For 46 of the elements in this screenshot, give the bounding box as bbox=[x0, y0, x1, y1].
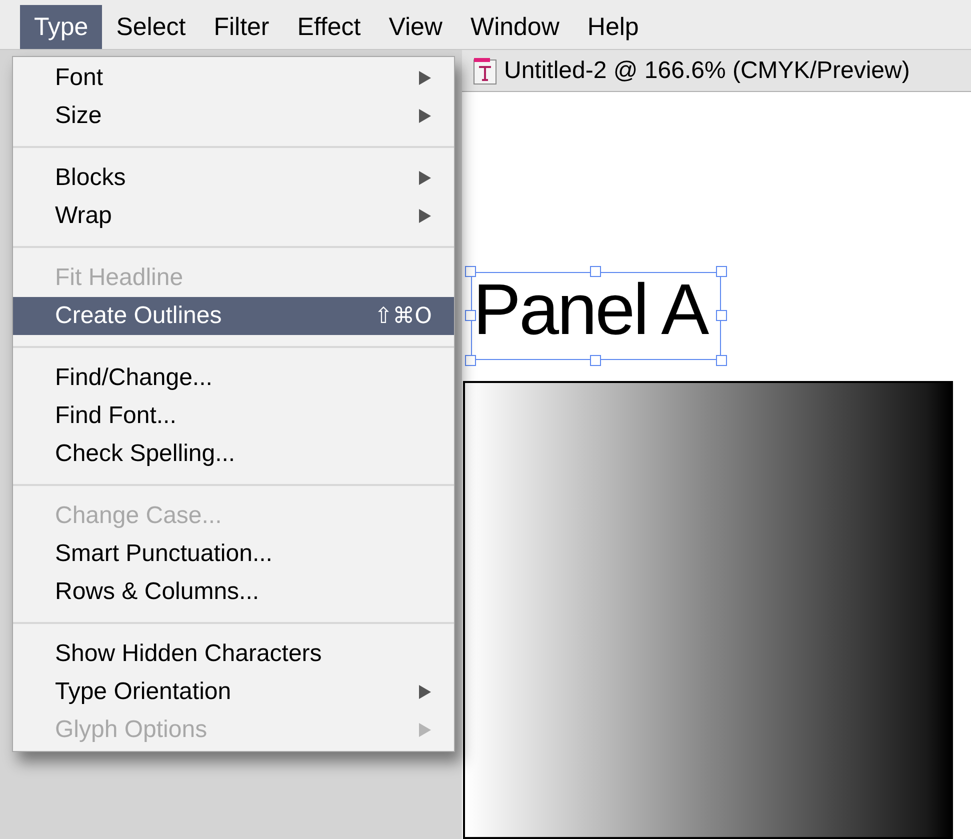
menu-item-label: Find Font... bbox=[55, 401, 176, 431]
menu-item[interactable]: Show Hidden Characters bbox=[13, 635, 454, 673]
selection-handle[interactable] bbox=[590, 266, 601, 277]
menu-bar-item[interactable]: Type bbox=[20, 5, 102, 49]
menu-item-label: Wrap bbox=[55, 201, 112, 231]
menu-item-label: Size bbox=[55, 101, 102, 131]
shortcut-label: ⇧⌘O bbox=[374, 302, 432, 330]
selection-handle[interactable] bbox=[716, 355, 727, 366]
menu-item[interactable]: Blocks bbox=[13, 159, 454, 197]
menu-item[interactable]: Type Orientation bbox=[13, 673, 454, 711]
menu-item-label: Font bbox=[55, 63, 104, 93]
menu-item[interactable]: Check Spelling... bbox=[13, 435, 454, 473]
menu-item-label: Create Outlines bbox=[55, 301, 222, 331]
selection-handle[interactable] bbox=[465, 310, 476, 321]
selection-handle[interactable] bbox=[716, 310, 727, 321]
menu-item[interactable]: Smart Punctuation... bbox=[13, 535, 454, 573]
menu-item-label: Fit Headline bbox=[55, 263, 184, 293]
menu-item[interactable]: Create Outlines ⇧⌘O bbox=[13, 297, 454, 335]
menu-item-label: Blocks bbox=[55, 163, 126, 193]
menu-item-label: Rows & Columns... bbox=[55, 577, 260, 607]
menu-item[interactable]: Find/Change... bbox=[13, 359, 454, 397]
menu-item-label: Check Spelling... bbox=[55, 439, 236, 469]
text-frame-content: Panel A bbox=[473, 274, 708, 346]
selection-handle[interactable] bbox=[465, 266, 476, 277]
menu-item[interactable]: Find Font... bbox=[13, 397, 454, 435]
selection-handle[interactable] bbox=[465, 355, 476, 366]
menu-bar-item[interactable]: Window bbox=[456, 5, 574, 49]
menu-item-label: Smart Punctuation... bbox=[55, 539, 272, 569]
menu-bar-item[interactable]: Select bbox=[102, 5, 200, 49]
document-icon bbox=[472, 56, 498, 84]
menu-item[interactable]: Size bbox=[13, 97, 454, 135]
menu-item-label: Change Case... bbox=[55, 501, 222, 531]
menu-item[interactable]: Wrap bbox=[13, 197, 454, 235]
menu-bar-item[interactable]: Help bbox=[573, 5, 653, 49]
menu-item[interactable]: Rows & Columns... bbox=[13, 573, 454, 611]
menu-item-label: Type Orientation bbox=[55, 677, 232, 707]
document-title: Untitled-2 @ 166.6% (CMYK/Preview) bbox=[504, 56, 910, 86]
selection-handle[interactable] bbox=[590, 355, 601, 366]
menu-item[interactable]: Font bbox=[13, 59, 454, 97]
menu-bar-item[interactable]: Filter bbox=[200, 5, 284, 49]
menu-bar-item[interactable]: Effect bbox=[283, 5, 375, 49]
menu-bar-item[interactable]: View bbox=[374, 5, 456, 49]
menu-item-label: Glyph Options bbox=[55, 715, 208, 745]
menu-item-label: Show Hidden Characters bbox=[55, 639, 322, 669]
menu-item-label: Find/Change... bbox=[55, 363, 212, 393]
selection-handle[interactable] bbox=[716, 266, 727, 277]
